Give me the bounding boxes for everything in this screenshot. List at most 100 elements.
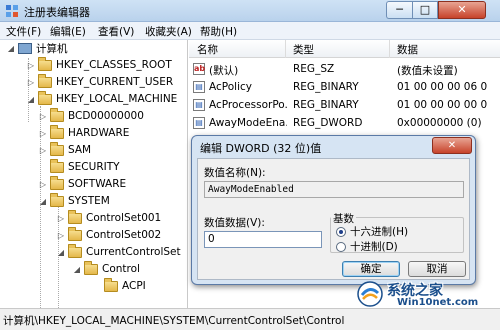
value-type: REG_DWORD xyxy=(293,117,363,129)
radio-unselected-icon[interactable] xyxy=(336,241,346,252)
tree-item-hkcr[interactable]: ▷ HKEY_CLASSES_ROOT xyxy=(26,56,172,73)
binary-value-icon: ▤ xyxy=(193,81,205,93)
column-type-header[interactable]: 类型 xyxy=(293,42,314,57)
tree-item-controlset002[interactable]: ▷ ControlSet002 xyxy=(56,226,161,243)
value-type: REG_BINARY xyxy=(293,81,359,93)
radio-hexadecimal[interactable]: 十六进制(H) xyxy=(336,224,408,239)
value-data: (数值未设置) xyxy=(397,65,458,77)
collapsed-arrow-icon[interactable]: ▷ xyxy=(56,214,66,223)
value-type: REG_BINARY xyxy=(293,99,359,111)
registry-app-icon xyxy=(6,5,18,17)
tree-item-hkcu[interactable]: ▷ HKEY_CURRENT_USER xyxy=(26,73,173,90)
value-data-label: 数值数据(V): xyxy=(204,217,265,229)
list-row[interactable]: ▤ AwayModeEna... REG_DWORD 0x00000000 (0… xyxy=(189,115,500,132)
watermark: 系统之家 Win10net.com xyxy=(357,279,497,309)
value-data: 0x00000000 (0) xyxy=(397,117,482,129)
dialog-body: 数值名称(N): AwayModeEnabled 数值数据(V): 0 基数 十… xyxy=(197,158,470,280)
list-row[interactable]: ▤ AcPolicy REG_BINARY 01 00 00 00 06 0 xyxy=(189,79,500,96)
value-name: AwayModeEna... xyxy=(209,117,287,129)
collapsed-arrow-icon[interactable]: ▷ xyxy=(38,180,48,189)
collapsed-arrow-icon[interactable]: ▷ xyxy=(38,146,48,155)
minimize-button[interactable]: ─ xyxy=(386,1,412,19)
folder-open-icon xyxy=(50,192,64,207)
expanded-arrow-icon[interactable]: ◢ xyxy=(38,197,48,206)
tree-item-security[interactable]: SECURITY xyxy=(38,158,120,175)
expanded-arrow-icon[interactable]: ◢ xyxy=(56,248,66,257)
maximize-button[interactable]: □ xyxy=(412,1,438,19)
binary-value-icon: ▤ xyxy=(193,99,205,111)
dialog-close-button[interactable]: ✕ xyxy=(432,137,472,154)
menu-bar: 文件(F) 编辑(E) 查看(V) 收藏夹(A) 帮助(H) xyxy=(0,22,500,40)
tree-item-hardware[interactable]: ▷ HARDWARE xyxy=(38,124,129,141)
status-bar: 计算机\HKEY_LOCAL_MACHINE\SYSTEM\CurrentCon… xyxy=(0,308,500,330)
folder-icon xyxy=(68,209,82,224)
folder-icon xyxy=(50,107,64,122)
cancel-button[interactable]: 取消 xyxy=(408,261,466,277)
folder-icon xyxy=(50,158,64,173)
menu-edit[interactable]: 编辑(E) xyxy=(50,24,86,39)
tree-item-software[interactable]: ▷ SOFTWARE xyxy=(38,175,126,192)
folder-icon xyxy=(50,175,64,190)
folder-icon xyxy=(68,226,82,241)
column-name-header[interactable]: 名称 xyxy=(197,42,218,57)
tree-item-system[interactable]: ◢ SYSTEM xyxy=(38,192,110,209)
window-title: 注册表编辑器 xyxy=(24,6,90,19)
registry-editor-window: 注册表编辑器 ─ □ ✕ 文件(F) 编辑(E) 查看(V) 收藏夹(A) 帮助… xyxy=(0,0,500,330)
collapsed-arrow-icon[interactable]: ▷ xyxy=(26,61,36,70)
folder-icon xyxy=(38,56,52,71)
menu-favorites[interactable]: 收藏夹(A) xyxy=(145,24,192,39)
ok-button[interactable]: 确定 xyxy=(342,261,400,277)
tree-item-controlset001[interactable]: ▷ ControlSet001 xyxy=(56,209,161,226)
value-type: REG_SZ xyxy=(293,63,335,75)
column-data-header[interactable]: 数据 xyxy=(397,42,418,57)
computer-icon xyxy=(18,42,32,54)
folder-open-icon xyxy=(38,90,52,105)
tree-item-hklm[interactable]: ◢ HKEY_LOCAL_MACHINE xyxy=(26,90,177,107)
string-value-icon: ab xyxy=(193,63,206,75)
value-name: AcPolicy xyxy=(209,81,252,93)
value-name-label: 数值名称(N): xyxy=(204,167,266,179)
menu-view[interactable]: 查看(V) xyxy=(98,24,134,39)
watermark-url: Win10net.com xyxy=(397,297,479,308)
folder-icon xyxy=(104,277,118,292)
watermark-logo-icon xyxy=(357,281,383,307)
value-name: (默认) xyxy=(209,65,239,77)
folder-icon xyxy=(38,73,52,88)
value-data-input[interactable]: 0 xyxy=(204,231,322,248)
collapsed-arrow-icon[interactable]: ▷ xyxy=(26,78,36,87)
tree-item-bcd[interactable]: ▷ BCD00000000 xyxy=(38,107,144,124)
folder-icon xyxy=(50,124,64,139)
folder-open-icon xyxy=(84,260,98,275)
status-path: 计算机\HKEY_LOCAL_MACHINE\SYSTEM\CurrentCon… xyxy=(3,315,345,327)
value-data: 01 00 00 00 06 0 xyxy=(397,81,488,93)
edit-dword-dialog: 编辑 DWORD (32 位)值 ✕ 数值名称(N): AwayModeEnab… xyxy=(191,135,476,285)
binary-value-icon: ▤ xyxy=(193,117,205,129)
expanded-arrow-icon[interactable]: ◢ xyxy=(26,95,36,104)
collapsed-arrow-icon[interactable]: ▷ xyxy=(56,231,66,240)
dialog-title: 编辑 DWORD (32 位)值 xyxy=(200,142,322,155)
tree-item-sam[interactable]: ▷ SAM xyxy=(38,141,91,158)
list-row[interactable]: ▤ AcProcessorPo... REG_BINARY 01 00 00 0… xyxy=(189,97,500,114)
value-name: AcProcessorPo... xyxy=(209,99,287,111)
title-bar: 注册表编辑器 ─ □ ✕ xyxy=(0,0,500,22)
menu-file[interactable]: 文件(F) xyxy=(6,24,41,39)
tree-item-acpi[interactable]: ACPI xyxy=(92,277,146,294)
close-button[interactable]: ✕ xyxy=(438,1,486,19)
tree-item-control[interactable]: ◢ Control xyxy=(72,260,140,277)
menu-help[interactable]: 帮助(H) xyxy=(200,24,237,39)
value-name-field: AwayModeEnabled xyxy=(204,181,464,198)
folder-icon xyxy=(50,141,64,156)
expanded-arrow-icon[interactable]: ◢ xyxy=(6,44,16,53)
value-data: 01 00 00 00 00 0 xyxy=(397,99,488,111)
radio-decimal[interactable]: 十进制(D) xyxy=(336,239,398,254)
expanded-arrow-icon[interactable]: ◢ xyxy=(72,265,82,274)
list-row[interactable]: ab (默认) REG_SZ (数值未设置) xyxy=(189,61,500,78)
registry-tree: ◢ 计算机 ▷ HKEY_CLASSES_ROOT ▷ HKEY_CURRENT… xyxy=(0,40,188,308)
tree-item-currentcontrolset[interactable]: ◢ CurrentControlSet xyxy=(56,243,181,260)
radio-selected-icon[interactable] xyxy=(336,226,346,237)
collapsed-arrow-icon[interactable]: ▷ xyxy=(38,129,48,138)
folder-open-icon xyxy=(68,243,82,258)
tree-item-computer[interactable]: ◢ 计算机 xyxy=(6,40,68,56)
collapsed-arrow-icon[interactable]: ▷ xyxy=(38,112,48,121)
list-header: 名称 类型 数据 xyxy=(189,40,500,58)
